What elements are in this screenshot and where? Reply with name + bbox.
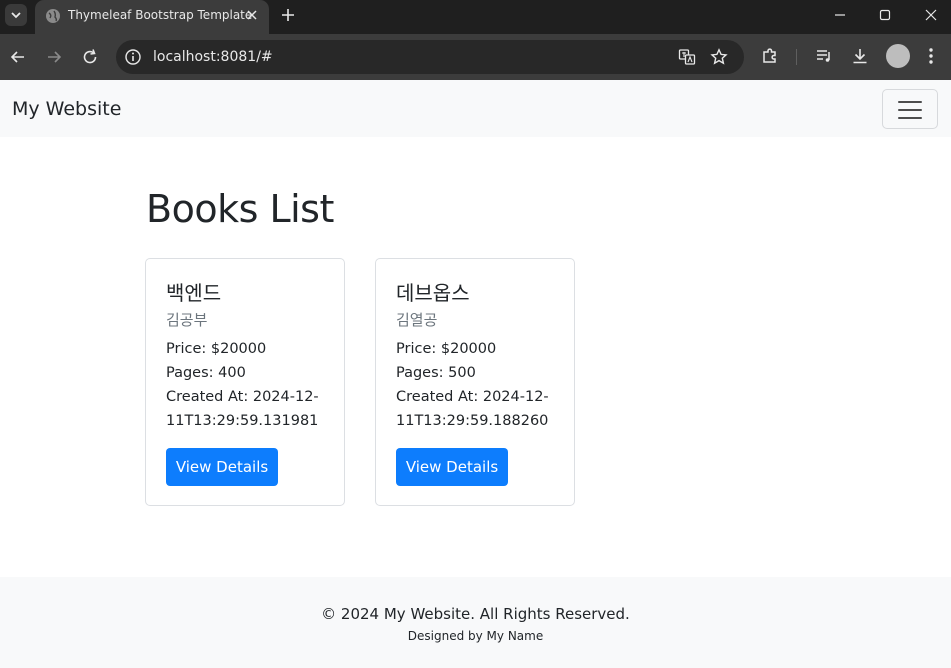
chevron-down-icon [11,12,21,19]
site-footer: © 2024 My Website. All Rights Reserved. … [0,577,951,668]
close-icon[interactable] [245,8,259,22]
site-navbar: My Website [0,80,951,137]
book-card: 데브옵스 김열공 Price: $20000 Pages: 500 Create… [375,258,575,506]
minimize-icon[interactable] [833,8,847,22]
navbar-toggler-button[interactable] [882,89,938,129]
url-text: localhost:8081/# [153,49,273,65]
hamburger-icon-bar [898,117,922,119]
plus-icon[interactable] [280,7,296,23]
footer-copyright: © 2024 My Website. All Rights Reserved. [321,605,630,623]
address-bar[interactable]: localhost:8081/# [116,40,744,74]
tab-search-button[interactable] [5,4,27,26]
browser-toolbar: localhost:8081/# [0,34,951,80]
page-title: Books List [146,187,334,231]
download-icon[interactable] [850,46,870,66]
media-queue-icon[interactable] [814,46,834,66]
book-created-at-cont: 11T13:29:59.188260 [396,413,549,429]
book-created-at-cont: 11T13:29:59.131981 [166,413,319,429]
tab-title: Thymeleaf Bootstrap Template [68,8,253,22]
book-card: 백엔드 김공부 Price: $20000 Pages: 400 Created… [145,258,345,506]
browser-tab[interactable]: Thymeleaf Bootstrap Template [35,0,269,34]
book-price: Price: $20000 [166,341,267,357]
book-created-at: Created At: 2024-12- [166,389,319,405]
book-author: 김공부 [166,311,208,329]
hamburger-icon-bar [898,109,922,111]
book-title: 백엔드 [166,281,222,305]
navbar-brand[interactable]: My Website [12,98,121,120]
more-menu-icon[interactable] [921,46,941,66]
arrow-left-icon[interactable] [9,48,27,66]
page-viewport: My Website Books List 백엔드 김공부 Price: $20… [0,80,951,668]
window-close-icon[interactable] [924,8,938,22]
globe-icon [46,9,60,23]
toolbar-separator [796,49,797,65]
view-details-button[interactable]: View Details [396,448,508,486]
book-created-at: Created At: 2024-12- [396,389,549,405]
book-author: 김열공 [396,311,438,329]
browser-tabstrip: Thymeleaf Bootstrap Template [0,0,951,34]
hamburger-icon [898,101,922,103]
puzzle-icon[interactable] [760,46,780,66]
footer-credit: Designed by My Name [407,629,544,643]
book-price: Price: $20000 [396,341,497,357]
book-pages: Pages: 500 [396,365,476,381]
view-details-button[interactable]: View Details [166,448,278,486]
info-icon[interactable] [124,48,142,66]
reload-icon[interactable] [81,48,99,66]
star-icon[interactable] [710,48,728,66]
arrow-right-icon[interactable] [45,48,63,66]
profile-avatar[interactable] [886,44,910,68]
translate-icon[interactable] [678,48,696,66]
maximize-icon[interactable] [878,8,892,22]
book-pages: Pages: 400 [166,365,246,381]
book-title: 데브옵스 [396,281,470,305]
